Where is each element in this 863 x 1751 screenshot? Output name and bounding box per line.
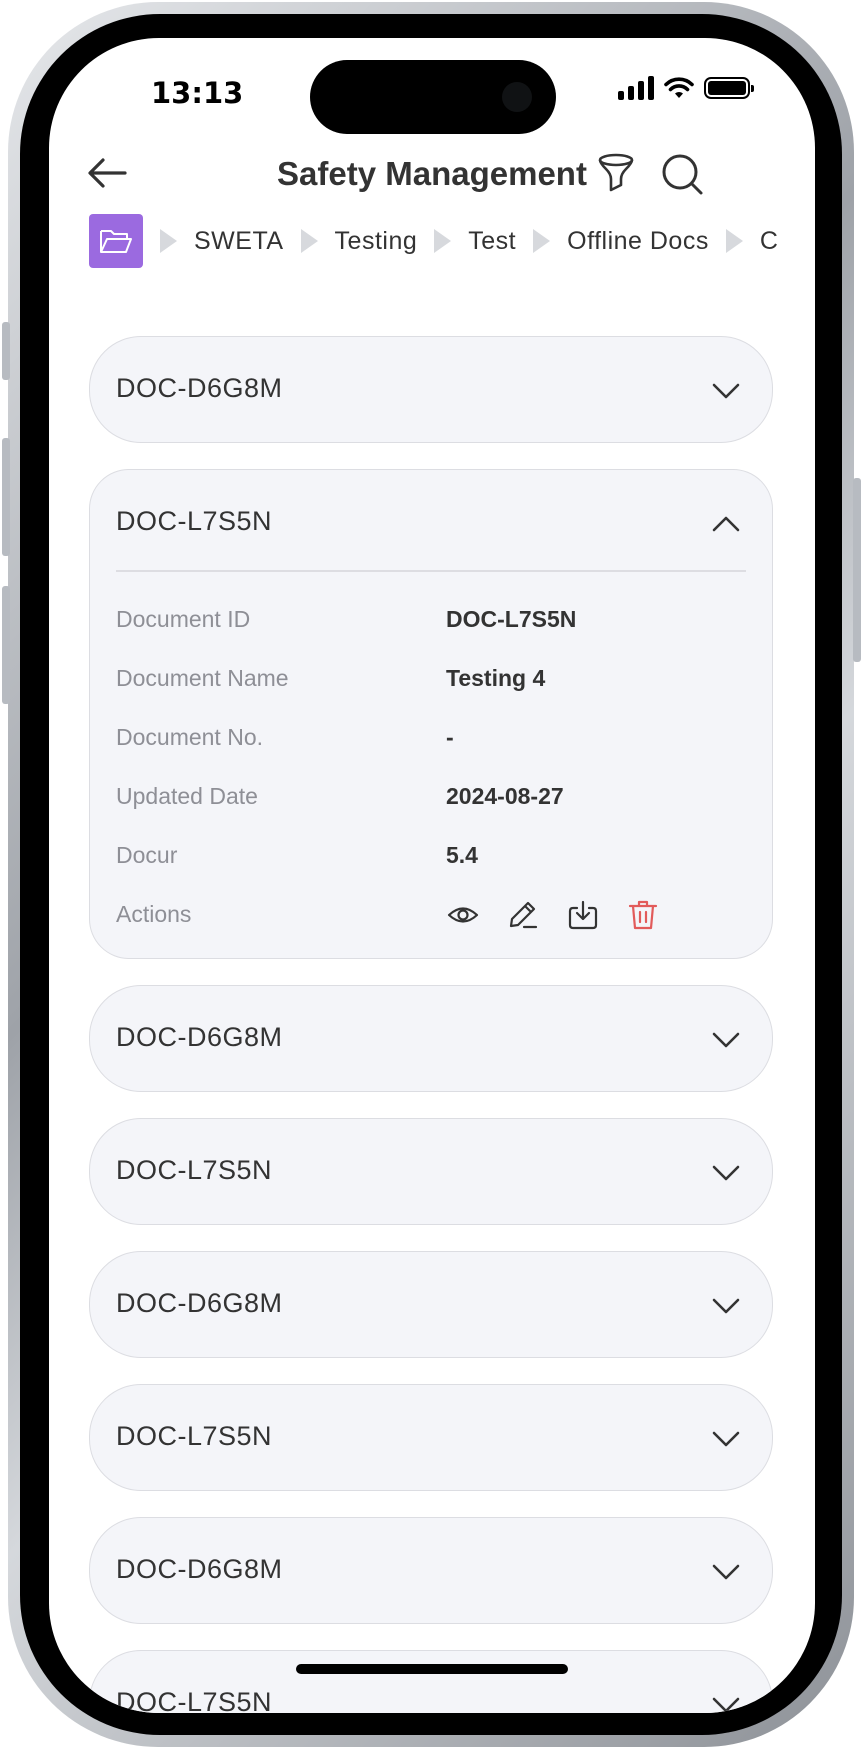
document-details: Document ID DOC-L7S5N Document Name Test… xyxy=(90,572,772,944)
app-screen: 13:13 Safety Management SWETA Testing Te… xyxy=(49,38,815,1713)
card-header[interactable]: DOC-D6G8M xyxy=(90,337,772,444)
cellular-signal-icon xyxy=(618,76,654,100)
card-header[interactable]: DOC-D6G8M xyxy=(90,1518,772,1625)
trash-icon[interactable] xyxy=(626,898,660,932)
volume-down-button xyxy=(2,586,10,704)
document-id: DOC-L7S5N xyxy=(116,1421,273,1451)
chevron-down-icon[interactable] xyxy=(710,1157,742,1189)
chevron-down-icon[interactable] xyxy=(710,1024,742,1056)
document-id: DOC-D6G8M xyxy=(116,1554,283,1584)
detail-value: 2024-08-27 xyxy=(446,783,564,809)
card-header[interactable]: DOC-L7S5N xyxy=(90,470,772,570)
app-header: Safety Management xyxy=(49,133,815,217)
document-id: DOC-L7S5N xyxy=(116,506,273,536)
detail-row: Document No. - xyxy=(116,708,746,767)
detail-label: Document Name xyxy=(116,665,289,691)
detail-value: DOC-L7S5N xyxy=(446,606,577,632)
document-list: DOC-D6G8M DOC-L7S5N Document ID DOC-L7S5… xyxy=(89,336,773,1713)
document-card[interactable]: DOC-D6G8M xyxy=(89,1251,773,1358)
mute-switch xyxy=(2,322,10,380)
detail-label: Document ID xyxy=(116,606,251,632)
filter-icon[interactable] xyxy=(594,151,638,195)
detail-label: Docur xyxy=(116,842,178,868)
chevron-right-icon xyxy=(533,229,551,253)
power-button xyxy=(853,478,861,662)
chevron-down-icon[interactable] xyxy=(710,1290,742,1322)
document-card[interactable]: DOC-L7S5N xyxy=(89,1650,773,1713)
card-header[interactable]: DOC-D6G8M xyxy=(90,986,772,1093)
camera-icon xyxy=(502,82,532,112)
detail-row: Docur 5.4 xyxy=(116,826,746,885)
document-card[interactable]: DOC-L7S5N xyxy=(89,1118,773,1225)
document-id: DOC-L7S5N xyxy=(116,1687,273,1713)
detail-row: Updated Date 2024-08-27 xyxy=(116,767,746,826)
search-icon[interactable] xyxy=(659,151,705,197)
document-id: DOC-L7S5N xyxy=(116,1155,273,1185)
detail-label: Document No. xyxy=(116,724,264,750)
breadcrumb-item[interactable]: SWETA xyxy=(194,227,284,256)
breadcrumb: SWETA Testing Test Offline Docs C xyxy=(89,213,815,269)
chevron-right-icon xyxy=(434,229,452,253)
document-card[interactable]: DOC-L7S5N xyxy=(89,1384,773,1491)
edit-icon[interactable] xyxy=(506,898,540,932)
chevron-down-icon[interactable] xyxy=(710,1556,742,1588)
document-id: DOC-D6G8M xyxy=(116,1022,283,1052)
volume-up-button xyxy=(2,438,10,556)
detail-value: - xyxy=(446,724,454,750)
document-card-expanded[interactable]: DOC-L7S5N Document ID DOC-L7S5N Document… xyxy=(89,469,773,959)
detail-row: Document ID DOC-L7S5N xyxy=(116,590,746,649)
document-card[interactable]: DOC-D6G8M xyxy=(89,336,773,443)
card-header[interactable]: DOC-D6G8M xyxy=(90,1252,772,1359)
chevron-right-icon xyxy=(300,229,318,253)
chevron-right-icon xyxy=(160,229,177,253)
home-indicator[interactable] xyxy=(296,1664,568,1674)
action-buttons xyxy=(446,898,660,932)
folder-button[interactable] xyxy=(89,214,143,268)
chevron-right-icon xyxy=(725,229,743,253)
document-card[interactable]: DOC-D6G8M xyxy=(89,985,773,1092)
status-time: 13:13 xyxy=(151,76,244,110)
card-header[interactable]: DOC-L7S5N xyxy=(90,1651,772,1713)
card-header[interactable]: DOC-L7S5N xyxy=(90,1385,772,1492)
wifi-icon xyxy=(664,77,694,98)
chevron-down-icon[interactable] xyxy=(710,1423,742,1455)
breadcrumb-item[interactable]: Testing xyxy=(335,227,418,256)
eye-icon[interactable] xyxy=(446,898,480,932)
card-header[interactable]: DOC-L7S5N xyxy=(90,1119,772,1226)
document-id: DOC-D6G8M xyxy=(116,1288,283,1318)
detail-label: Updated Date xyxy=(116,783,258,809)
status-icons xyxy=(618,76,754,100)
breadcrumb-item[interactable]: Offline Docs xyxy=(567,227,709,256)
detail-value: Testing 4 xyxy=(446,665,546,691)
download-icon[interactable] xyxy=(566,898,600,932)
detail-row: Document Name Testing 4 xyxy=(116,649,746,708)
breadcrumb-item[interactable]: C xyxy=(760,227,779,256)
chevron-down-icon[interactable] xyxy=(710,1689,742,1713)
detail-value: 5.4 xyxy=(446,842,478,868)
battery-icon xyxy=(704,77,754,99)
chevron-down-icon[interactable] xyxy=(710,375,742,407)
chevron-up-icon[interactable] xyxy=(710,508,742,540)
document-id: DOC-D6G8M xyxy=(116,373,283,403)
dynamic-island xyxy=(310,60,556,134)
document-card[interactable]: DOC-D6G8M xyxy=(89,1517,773,1624)
detail-label: Actions xyxy=(116,901,192,927)
folder-icon xyxy=(100,230,132,253)
detail-row: Actions xyxy=(116,885,746,944)
breadcrumb-item[interactable]: Test xyxy=(468,227,516,256)
